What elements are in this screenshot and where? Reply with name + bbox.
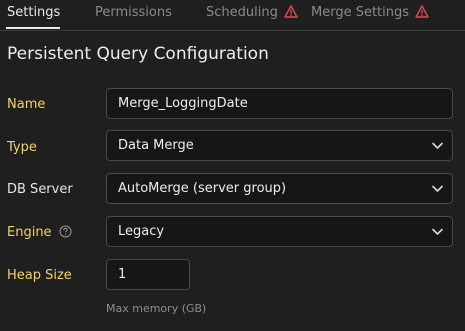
name-label: Name [7,97,46,112]
heap-size-hint: Max memory (GB) [106,302,207,315]
tab-scheduling[interactable]: Scheduling [206,5,298,20]
engine-label: Engine [7,225,72,240]
heap-size-input[interactable]: 1 [106,259,190,290]
heap-size-input-value: 1 [118,267,127,282]
tab-merge-settings[interactable]: Merge Settings [311,5,429,20]
engine-select-value: Legacy [118,224,165,239]
type-select-value: Data Merge [118,138,194,153]
db-server-label: DB Server [7,182,73,197]
chevron-down-icon [432,185,443,192]
name-input-value: Merge_LoggingDate [118,96,248,111]
chevron-down-icon [432,142,443,149]
tab-permissions[interactable]: Permissions [95,5,172,20]
page-title: Persistent Query Configuration [7,44,269,64]
type-select[interactable]: Data Merge [106,130,453,161]
tab-settings[interactable]: Settings [7,5,60,20]
engine-select[interactable]: Legacy [106,216,453,247]
help-circle-icon[interactable] [59,225,72,238]
engine-label-text: Engine [7,225,52,240]
tab-bar: Settings Permissions Scheduling Merge Se… [0,0,465,31]
tab-permissions-label: Permissions [95,5,172,20]
tab-merge-settings-label: Merge Settings [311,5,410,20]
chevron-down-icon [432,228,443,235]
db-server-select-value: AutoMerge (server group) [118,181,287,196]
active-tab-indicator [6,27,60,29]
heap-size-label: Heap Size [7,268,72,283]
warning-triangle-icon [415,5,429,18]
name-input[interactable]: Merge_LoggingDate [106,88,453,119]
warning-triangle-icon [284,5,298,18]
tab-scheduling-label: Scheduling [206,5,278,20]
tab-settings-label: Settings [7,5,61,20]
type-label: Type [7,140,37,155]
db-server-select[interactable]: AutoMerge (server group) [106,173,453,204]
